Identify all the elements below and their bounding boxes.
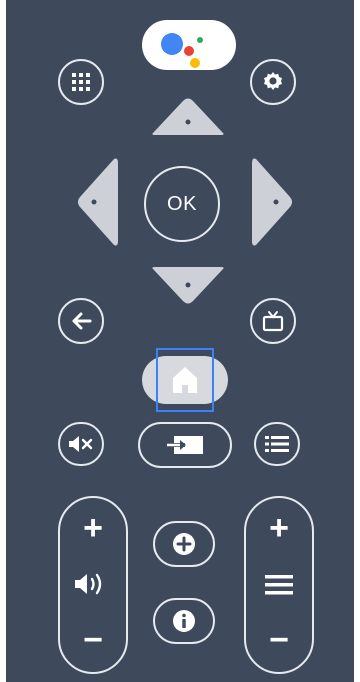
volume-icon bbox=[75, 573, 102, 595]
dpad-down-button[interactable] bbox=[143, 265, 233, 307]
plus-circle-icon bbox=[173, 533, 195, 555]
channel-down-button[interactable]: − bbox=[260, 622, 298, 658]
add-button[interactable] bbox=[153, 521, 215, 567]
settings-button[interactable] bbox=[250, 59, 296, 105]
channel-list-icon bbox=[265, 575, 293, 595]
home-icon bbox=[173, 367, 197, 393]
apps-grid-icon bbox=[72, 73, 90, 91]
volume-down-button[interactable]: − bbox=[74, 622, 112, 658]
guide-list-icon bbox=[265, 436, 289, 452]
google-assistant-icon bbox=[161, 33, 203, 68]
google-assistant-button[interactable] bbox=[142, 20, 236, 70]
ok-button[interactable]: OK bbox=[144, 166, 220, 242]
mute-button[interactable] bbox=[58, 422, 104, 466]
tv-icon bbox=[262, 311, 284, 332]
back-button[interactable] bbox=[58, 298, 104, 344]
tv-button[interactable] bbox=[250, 298, 296, 344]
guide-button[interactable] bbox=[254, 422, 300, 466]
tv-remote-panel: OK + − + − bbox=[6, 0, 354, 682]
info-icon bbox=[173, 610, 195, 632]
dpad-right-button[interactable] bbox=[250, 157, 296, 247]
channel-up-button[interactable]: + bbox=[260, 510, 298, 546]
dpad-left-button[interactable] bbox=[74, 157, 120, 247]
volume-up-button[interactable]: + bbox=[74, 510, 112, 546]
ok-label: OK bbox=[167, 192, 197, 215]
input-source-button[interactable] bbox=[138, 422, 232, 468]
apps-button[interactable] bbox=[58, 59, 104, 105]
gear-icon bbox=[264, 72, 282, 90]
arrow-left-icon bbox=[72, 312, 92, 330]
mute-icon bbox=[69, 436, 93, 452]
info-button[interactable] bbox=[153, 598, 215, 644]
input-source-icon bbox=[167, 436, 203, 454]
dpad-up-button[interactable] bbox=[143, 95, 233, 137]
